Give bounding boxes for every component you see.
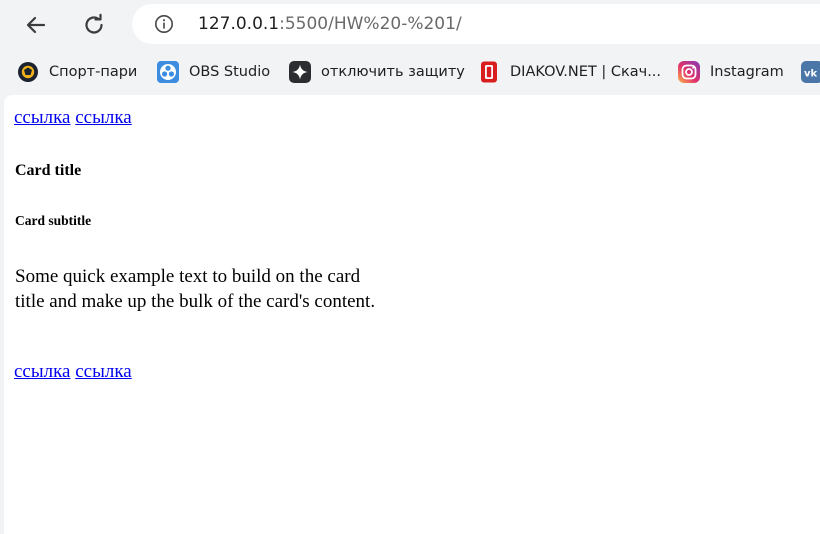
url-path: :5500/HW%20-%201/	[279, 14, 462, 34]
reload-button[interactable]	[77, 8, 111, 42]
browser-toolbar: 127.0.0.1:5500/HW%20-%201/	[0, 0, 820, 50]
bottom-links: ссылка ссылка	[14, 361, 132, 383]
page-viewport: ссылка ссылка Card title Card subtitle S…	[4, 95, 820, 534]
reload-icon	[82, 13, 106, 37]
arrow-left-icon	[24, 13, 48, 37]
address-bar[interactable]: 127.0.0.1:5500/HW%20-%201/	[132, 4, 820, 44]
browser-window: 127.0.0.1:5500/HW%20-%201/ Спорт-пари OB…	[0, 0, 820, 534]
svg-text:vk: vk	[804, 69, 818, 80]
bookmark-instagram[interactable]: Instagram	[678, 59, 784, 85]
bookmark-label: Instagram	[710, 64, 784, 80]
link-2[interactable]: ссылка	[75, 107, 132, 128]
bookmark-label: DIAKOV.NET | Скач...	[510, 64, 662, 80]
bookmark-vk[interactable]: vk	[801, 59, 820, 85]
site-info-icon[interactable]	[154, 14, 174, 34]
bookmark-label: отключить защиту	[321, 64, 465, 80]
card-subtitle: Card subtitle	[15, 213, 92, 228]
url-text[interactable]: 127.0.0.1:5500/HW%20-%201/	[198, 14, 462, 34]
sparkle-icon	[289, 61, 311, 83]
card-text: Some quick example text to build on the …	[15, 266, 376, 312]
link-4[interactable]: ссылка	[75, 361, 132, 382]
bookmark-sport-pari[interactable]: Спорт-пари	[17, 59, 137, 85]
url-host: 127.0.0.1	[198, 14, 280, 34]
link-3[interactable]: ссылка	[14, 361, 71, 382]
vk-icon: vk	[801, 61, 820, 83]
bookmark-label: Спорт-пари	[49, 64, 138, 80]
bookmark-label: OBS Studio	[189, 64, 271, 80]
top-links: ссылка ссылка	[14, 107, 132, 129]
link-1[interactable]: ссылка	[14, 107, 71, 128]
card-title: Card title	[15, 162, 82, 179]
back-button[interactable]	[19, 8, 53, 42]
diakov-icon	[478, 61, 500, 83]
bookmarks-bar: Спорт-пари OBS Studio отключить защиту D…	[0, 54, 820, 90]
sport-pari-icon	[17, 61, 39, 83]
instagram-icon	[678, 61, 700, 83]
obs-studio-icon	[157, 61, 179, 83]
bookmark-diakov[interactable]: DIAKOV.NET | Скач...	[478, 59, 661, 85]
bookmark-disable-protection[interactable]: отключить защиту	[289, 59, 465, 85]
bookmark-obs-studio[interactable]: OBS Studio	[157, 59, 270, 85]
